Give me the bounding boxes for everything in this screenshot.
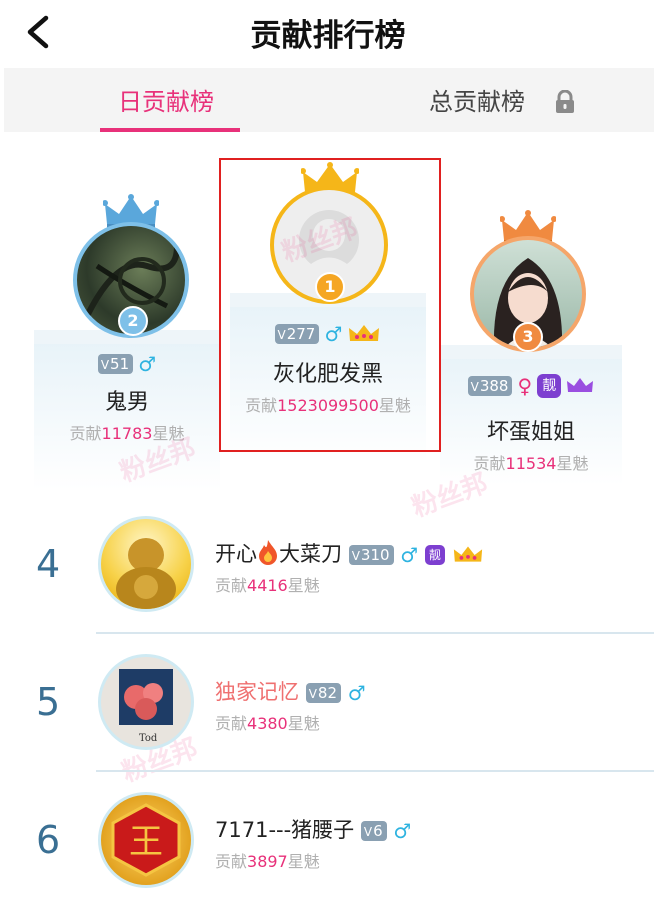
divider <box>96 632 654 634</box>
username-rank-3[interactable]: 坏蛋姐姐 <box>440 414 622 446</box>
contribution: 贡献4380星魅 <box>215 714 320 733</box>
list-item[interactable]: 6 王 7171---猪腰子 V6 ♂ 贡献3897星魅 <box>0 774 656 910</box>
level-badge: V82 <box>305 683 341 703</box>
female-icon: ♀ <box>517 374 533 398</box>
rank-number: 4 <box>36 542 61 586</box>
level-badge: V51 <box>97 354 134 374</box>
rank-number: 5 <box>36 680 61 724</box>
svg-text:Tod: Tod <box>139 733 158 744</box>
rank-badge-3: 3 <box>513 322 543 352</box>
tab-total[interactable]: 总贡献榜 <box>429 82 525 117</box>
highlight-box <box>219 158 441 452</box>
rank-number: 6 <box>36 818 61 862</box>
vip-crown-purple-icon <box>567 378 594 392</box>
contribution: 贡献4416星魅 <box>215 576 320 595</box>
contribution: 贡献3897星魅 <box>215 852 320 871</box>
lock-icon <box>556 90 574 113</box>
list-item[interactable]: 4 开心 大菜刀 V310 ♂ 靓 贡献4416星魅 <box>0 498 656 634</box>
page-title: 贡献排行榜 <box>250 18 406 54</box>
avatar[interactable]: 王 <box>98 792 194 888</box>
level-badge: V6 <box>360 821 387 841</box>
active-tab-indicator <box>100 128 240 132</box>
avatar[interactable] <box>98 516 194 612</box>
male-icon: ♂ <box>347 681 366 705</box>
username[interactable]: 开心 大菜刀 V310 ♂ 靓 <box>215 538 484 568</box>
tab-bar: 日贡献榜 总贡献榜 <box>4 68 654 132</box>
vip-crown-icon <box>453 546 482 562</box>
username[interactable]: 7171---猪腰子 V6 ♂ <box>215 814 411 844</box>
avatar[interactable]: Tod <box>98 654 194 750</box>
rank-badge-2: 2 <box>118 306 148 336</box>
fire-icon <box>259 540 277 565</box>
list-item[interactable]: 5 Tod 独家记忆 V82 ♂ 贡献4380星魅 <box>0 636 656 772</box>
divider <box>96 770 654 772</box>
pretty-badge: 靓 <box>537 374 562 398</box>
username-rank-2[interactable]: 鬼男 <box>34 384 220 416</box>
male-icon: ♂ <box>138 352 157 376</box>
male-icon: ♂ <box>400 543 419 567</box>
user-badges-3: V388 ♀ 靓 <box>440 374 622 398</box>
username[interactable]: 独家记忆 V82 ♂ <box>215 676 366 706</box>
svg-text:王: 王 <box>129 822 163 862</box>
pretty-badge: 靓 <box>424 545 445 565</box>
male-icon: ♂ <box>393 819 412 843</box>
user-badges-2: V51 ♂ <box>34 352 220 376</box>
tab-daily[interactable]: 日贡献榜 <box>118 82 214 117</box>
header-bar: 贡献排行榜 <box>0 0 656 62</box>
level-badge: V388 <box>467 376 513 396</box>
level-badge: V310 <box>348 545 394 565</box>
